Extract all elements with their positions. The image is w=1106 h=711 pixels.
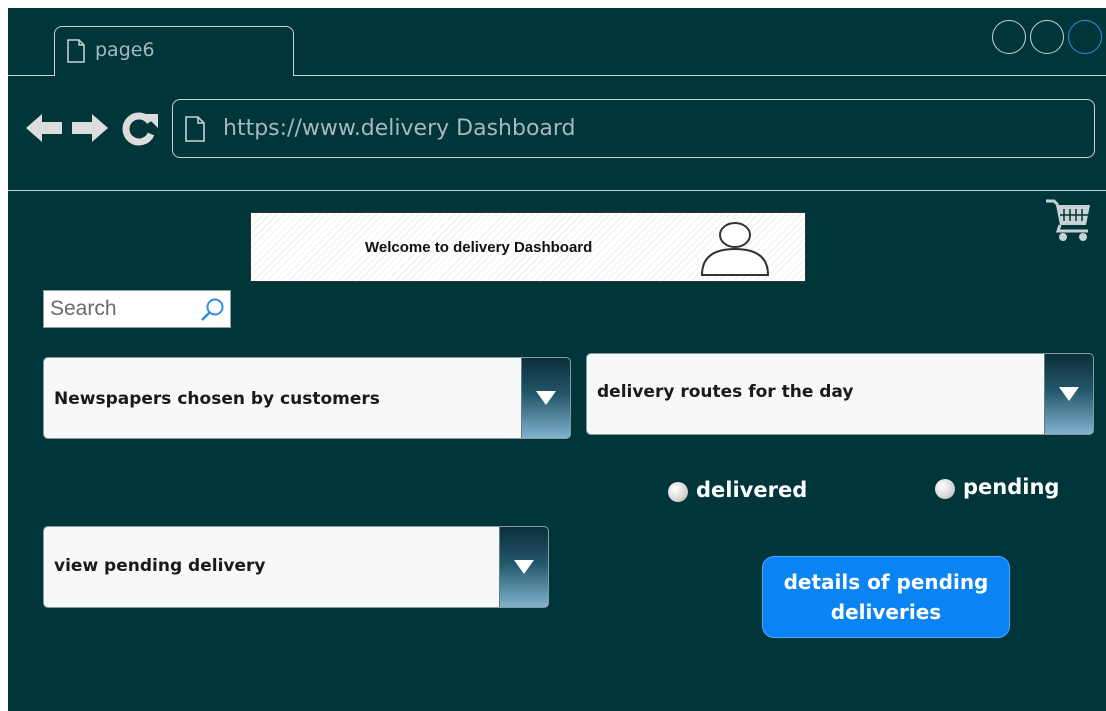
details-pending-deliveries-button[interactable]: details of pending deliveries <box>762 556 1010 638</box>
details-button-line2: deliveries <box>830 600 942 624</box>
page-icon <box>185 116 205 142</box>
chevron-down-icon <box>536 391 556 405</box>
page-icon <box>67 39 85 63</box>
search-input[interactable] <box>44 291 200 327</box>
pending-radio-dot[interactable] <box>935 479 955 499</box>
delivery-routes-dropdown[interactable]: delivery routes for the day <box>586 353 1094 435</box>
window-minimize-button[interactable] <box>992 20 1026 54</box>
tab-label: page6 <box>95 39 155 61</box>
chevron-down-icon <box>1059 387 1079 401</box>
delivery-routes-dropdown-toggle[interactable] <box>1044 354 1093 434</box>
search-box <box>43 290 231 328</box>
newspapers-dropdown[interactable]: Newspapers chosen by customers <box>43 357 571 439</box>
newspapers-dropdown-label: Newspapers chosen by customers <box>54 389 380 409</box>
pending-radio[interactable]: pending <box>935 475 1085 501</box>
pending-delivery-dropdown-toggle[interactable] <box>499 527 548 607</box>
search-icon[interactable] <box>200 297 226 323</box>
pending-delivery-dropdown-label: view pending delivery <box>54 556 266 576</box>
url-text: https://www.delivery Dashboard <box>223 116 576 141</box>
delivered-radio-label: delivered <box>696 478 808 502</box>
details-button-line1: details of pending <box>783 570 989 594</box>
back-arrow-icon[interactable] <box>24 112 64 144</box>
delivery-routes-dropdown-label: delivery routes for the day <box>597 382 854 402</box>
delivered-radio[interactable]: delivered <box>668 478 828 504</box>
welcome-text: Welcome to delivery Dashboard <box>365 239 593 256</box>
pending-radio-label: pending <box>963 475 1060 499</box>
reload-icon[interactable] <box>120 110 160 146</box>
browser-window: page6 https://www.delivery Dashboard Wel… <box>8 8 1106 711</box>
browser-tab[interactable]: page6 <box>54 26 294 76</box>
address-bar[interactable]: https://www.delivery Dashboard <box>172 99 1095 158</box>
cart-icon[interactable] <box>1044 193 1096 245</box>
user-icon[interactable] <box>698 219 772 277</box>
welcome-banner: Welcome to delivery Dashboard <box>250 212 806 282</box>
pending-delivery-dropdown[interactable]: view pending delivery <box>43 526 549 608</box>
toolbar-divider <box>8 190 1106 191</box>
forward-arrow-icon[interactable] <box>70 112 110 144</box>
chevron-down-icon <box>514 560 534 574</box>
newspapers-dropdown-toggle[interactable] <box>521 358 570 438</box>
window-close-button[interactable] <box>1068 20 1102 54</box>
delivered-radio-dot[interactable] <box>668 482 688 502</box>
window-maximize-button[interactable] <box>1030 20 1064 54</box>
